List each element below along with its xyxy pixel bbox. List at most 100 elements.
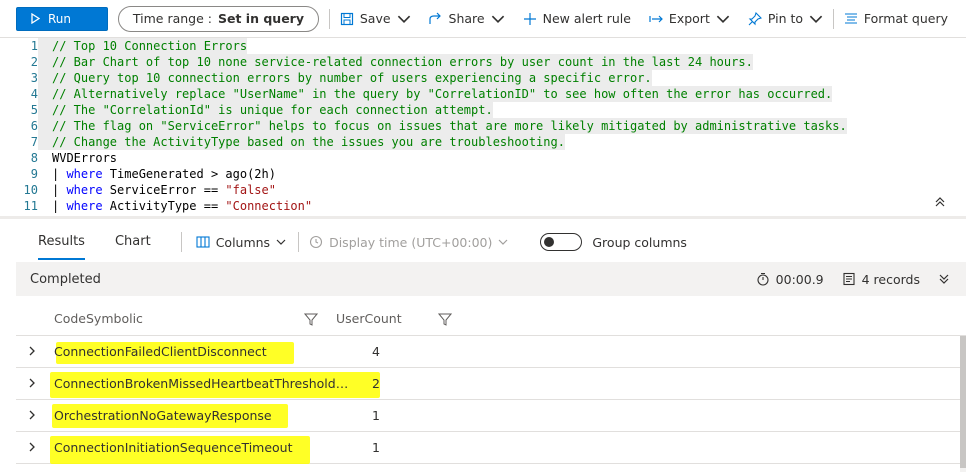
chevron-right-icon[interactable] bbox=[26, 377, 38, 389]
line-number: 9 bbox=[30, 167, 38, 181]
pin-icon bbox=[748, 11, 762, 25]
line-number: 8 bbox=[30, 151, 38, 165]
code-text: // The flag on "ServiceError" helps to f… bbox=[38, 118, 847, 134]
save-label: Save bbox=[359, 11, 391, 26]
table-header: CodeSymbolic UserCount bbox=[16, 302, 966, 336]
table-scrollbar-thumb[interactable] bbox=[960, 336, 966, 468]
keyword: where bbox=[66, 167, 103, 181]
columns-label: Columns bbox=[215, 234, 271, 250]
filter-icon[interactable] bbox=[304, 312, 318, 326]
line-number: 1 bbox=[30, 39, 38, 53]
stopwatch-icon bbox=[757, 272, 769, 286]
line-number: 7 bbox=[30, 135, 38, 149]
chevron-down-icon bbox=[276, 239, 286, 245]
cell-codesymbolic: OrchestrationNoGatewayResponse bbox=[54, 408, 272, 423]
columns-button[interactable]: Columns bbox=[196, 235, 286, 250]
query-status-bar: Completed 00:00.9 4 records bbox=[16, 262, 966, 296]
run-button[interactable]: Run bbox=[16, 6, 108, 31]
tab-results[interactable]: Results bbox=[38, 224, 85, 260]
plus-icon bbox=[523, 12, 536, 25]
format-query-button[interactable]: Format query bbox=[844, 11, 948, 26]
collapse-editor-icon[interactable] bbox=[934, 196, 946, 208]
cell-codesymbolic: ConnectionInitiationSequenceTimeout bbox=[54, 440, 293, 455]
tab-chart[interactable]: Chart bbox=[115, 224, 151, 260]
table-row[interactable]: ConnectionFailedClientDisconnect 4 bbox=[16, 336, 966, 368]
column-header-codesymbolic[interactable]: CodeSymbolic bbox=[16, 311, 336, 326]
expand-icon[interactable] bbox=[938, 273, 950, 285]
string-literal: "false" bbox=[225, 183, 276, 197]
code-text: ServiceError == bbox=[102, 183, 226, 197]
tabs-divider bbox=[180, 232, 182, 252]
records-count: 4 records bbox=[861, 271, 920, 287]
chevron-right-icon[interactable] bbox=[26, 441, 38, 453]
pipe-operator: | bbox=[52, 199, 67, 213]
format-icon bbox=[844, 12, 857, 24]
export-icon bbox=[649, 15, 663, 22]
chevron-right-icon[interactable] bbox=[26, 409, 38, 421]
chevron-down-icon bbox=[716, 15, 730, 23]
column-header-usercount[interactable]: UserCount bbox=[336, 311, 452, 326]
table-row[interactable]: ConnectionBrokenMissedHeartbeatThreshold… bbox=[16, 368, 966, 400]
export-button[interactable]: Export bbox=[649, 11, 730, 26]
editor-splitter[interactable] bbox=[0, 216, 966, 219]
display-time-label: Display time (UTC+00:00) bbox=[329, 234, 493, 250]
cell-usercount: 1 bbox=[372, 408, 380, 423]
cell-usercount: 1 bbox=[372, 440, 380, 455]
code-text: // Change the ActivityType based on the … bbox=[38, 134, 565, 150]
new-alert-label: New alert rule bbox=[542, 11, 631, 26]
share-label: Share bbox=[448, 11, 485, 26]
results-table: CodeSymbolic UserCount ConnectionFailedC… bbox=[16, 302, 966, 464]
save-button[interactable]: Save bbox=[340, 11, 411, 26]
cell-usercount: 2 bbox=[372, 376, 380, 391]
line-number: 3 bbox=[30, 71, 38, 85]
share-button[interactable]: Share bbox=[428, 11, 505, 26]
display-time-button[interactable]: Display time (UTC+00:00) bbox=[309, 235, 508, 250]
query-status: Completed bbox=[30, 271, 101, 287]
time-range-value: Set in query bbox=[218, 11, 304, 26]
string-literal: "Connection" bbox=[225, 199, 313, 213]
play-icon bbox=[31, 13, 40, 24]
cell-usercount: 4 bbox=[372, 344, 380, 359]
clock-icon bbox=[310, 235, 323, 249]
time-range-picker[interactable]: Time range : Set in query bbox=[117, 5, 319, 32]
toolbar-divider bbox=[833, 8, 834, 29]
code-text: TimeGenerated > ago(2h) bbox=[102, 167, 276, 181]
chevron-down-icon bbox=[491, 15, 504, 23]
filter-icon[interactable] bbox=[437, 312, 452, 326]
code-text: // The "CorrelationId" is unique for eac… bbox=[38, 102, 493, 118]
time-range-label: Time range : bbox=[132, 11, 212, 26]
line-number: 4 bbox=[30, 87, 38, 101]
group-columns-toggle[interactable] bbox=[540, 233, 583, 251]
chevron-down-icon bbox=[809, 15, 823, 23]
column-header-label: UserCount bbox=[336, 311, 402, 326]
line-number: 6 bbox=[30, 119, 38, 133]
code-text: // Query top 10 connection errors by num… bbox=[38, 70, 652, 86]
code-line: 10 | where ServiceError == "false" bbox=[0, 182, 276, 198]
code-text: WVDErrors bbox=[52, 151, 118, 165]
pin-to-button[interactable]: Pin to bbox=[748, 11, 823, 26]
chevron-right-icon[interactable] bbox=[26, 345, 38, 357]
group-columns-label: Group columns bbox=[592, 234, 687, 250]
query-duration: 00:00.9 bbox=[775, 271, 824, 287]
code-line: 6// The flag on "ServiceError" helps to … bbox=[0, 118, 847, 134]
code-line: 3// Query top 10 connection errors by nu… bbox=[0, 70, 652, 86]
query-toolbar: Run Time range : Set in query Save Share… bbox=[0, 0, 966, 37]
pipe-operator: | bbox=[52, 183, 67, 197]
query-editor[interactable]: 1// Top 10 Connection Errors 2// Bar Cha… bbox=[0, 37, 966, 216]
column-header-label: CodeSymbolic bbox=[54, 311, 143, 326]
code-text: // Alternatively replace "UserName" in t… bbox=[38, 86, 833, 102]
code-text: ActivityType == bbox=[102, 199, 226, 213]
records-icon bbox=[843, 272, 855, 286]
code-line: 11 | where ActivityType == "Connection" bbox=[0, 198, 313, 214]
table-row[interactable]: OrchestrationNoGatewayResponse 1 bbox=[16, 400, 966, 432]
save-icon bbox=[340, 12, 353, 25]
export-label: Export bbox=[668, 11, 710, 26]
pipe-operator: | bbox=[52, 167, 67, 181]
keyword: where bbox=[66, 183, 103, 197]
columns-icon bbox=[196, 236, 210, 248]
new-alert-rule-button[interactable]: New alert rule bbox=[523, 11, 631, 26]
cell-codesymbolic: ConnectionBrokenMissedHeartbeatThreshold… bbox=[54, 376, 354, 391]
table-row[interactable]: ConnectionInitiationSequenceTimeout 1 bbox=[16, 432, 966, 464]
results-tabs: Results Chart Columns Display time (UTC+… bbox=[0, 224, 966, 260]
code-text: // Bar Chart of top 10 none service-rela… bbox=[38, 54, 753, 70]
